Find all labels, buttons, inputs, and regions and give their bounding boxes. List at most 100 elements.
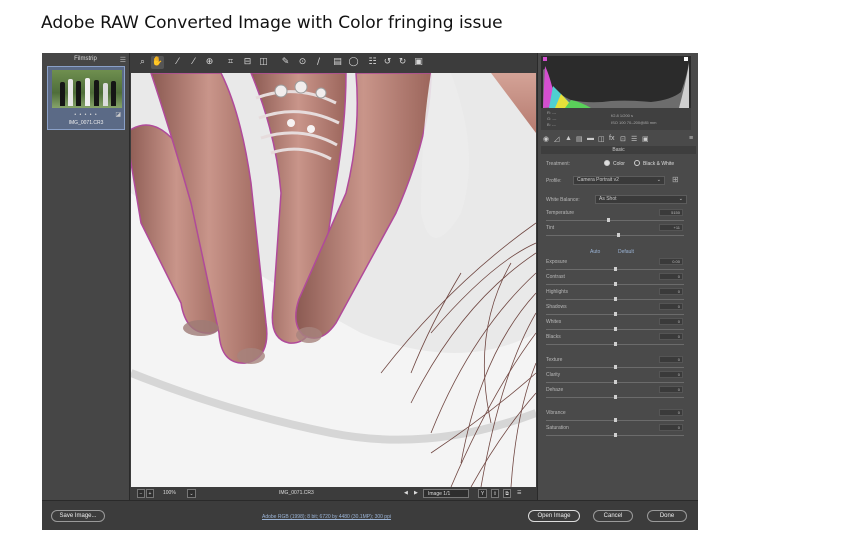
treatment-bw-label: Black & White (643, 161, 675, 167)
slider-value-input[interactable]: 0 (659, 303, 683, 310)
camera-info: R: --- G: --- B: --- f/2.8 1/200 s ISO 1… (541, 108, 691, 130)
white-balance-select[interactable]: As Shot ⌄ (595, 195, 687, 204)
save-image-button[interactable]: Save Image... (51, 510, 105, 522)
filmstrip-panel: Filmstrip ☰ • • • • • ◪ IMG_0071.CR3 (42, 53, 130, 500)
slider-value-input[interactable]: 0 (659, 273, 683, 280)
slider-handle[interactable] (614, 267, 617, 271)
zoom-icon[interactable]: ⌕ (136, 56, 149, 69)
transform-icon[interactable]: ◫ (257, 56, 270, 69)
slider-value-input[interactable]: 5150 (659, 209, 683, 216)
open-image-button[interactable]: Open Image (528, 510, 580, 522)
basic-tab-icon[interactable]: ◉ (543, 135, 549, 143)
slider-value-input[interactable]: 0 (659, 288, 683, 295)
straighten-icon[interactable]: ⊟ (241, 56, 254, 69)
lens-tab-icon[interactable]: ◫ (598, 135, 605, 143)
slider-handle[interactable] (614, 297, 617, 301)
slider-handle[interactable] (616, 233, 620, 237)
preview-prefs-icon[interactable]: ☰ (517, 489, 521, 498)
slider-track[interactable] (546, 220, 684, 221)
slider-value-input[interactable]: 0 (659, 424, 683, 431)
rotate-right-icon[interactable]: ↻ (396, 56, 409, 69)
thumbnail-rating[interactable]: • • • • • (48, 112, 124, 118)
slider-value-input[interactable]: 0 (659, 356, 683, 363)
detail-tab-icon[interactable]: ▲ (565, 135, 572, 142)
white-balance-icon[interactable]: ⁄ (171, 56, 184, 69)
tool-bar: ⌕ ✋ ⁄ ⁄ ⊕ ⌗ ⊟ ◫ ✎ ⊙ ∕ ▤ ◯ ☷ ↺ ↻ ▣ ⇥ (131, 53, 616, 73)
slider-handle[interactable] (614, 327, 617, 331)
slider-label: Blacks (546, 334, 561, 340)
edited-badge-icon: ◪ (115, 112, 121, 118)
slider-value-input[interactable]: +11 (659, 224, 683, 231)
dialog-footer: Save Image... Adobe RGB (1998); 8 bit; 6… (42, 500, 698, 530)
slider-handle[interactable] (614, 395, 617, 399)
zoom-out-icon[interactable]: − (137, 489, 145, 498)
rotate-left-icon[interactable]: ↺ (381, 56, 394, 69)
slider-handle[interactable] (614, 380, 617, 384)
treatment-color-radio[interactable] (604, 160, 610, 166)
split-toning-tab-icon[interactable]: ▬ (587, 135, 594, 142)
slider-handle[interactable] (614, 312, 617, 316)
treatment-bw-radio[interactable] (634, 160, 640, 166)
slider-track[interactable] (546, 235, 684, 236)
panel-tabs: ◉ ◿ ▲ ▤ ▬ ◫ fx ⊡ ☰ ▣ ≡ (541, 134, 696, 145)
red-eye-icon[interactable]: ⊙ (296, 56, 309, 69)
hand-icon[interactable]: ✋ (151, 56, 164, 69)
slider-value-input[interactable]: 0 (659, 386, 683, 393)
slider-label: Contrast (546, 274, 565, 280)
swap-settings-icon[interactable]: ⧉ (503, 489, 511, 498)
hsl-tab-icon[interactable]: ▤ (576, 135, 583, 143)
graduated-filter-icon[interactable]: ▤ (331, 56, 344, 69)
slider-handle[interactable] (614, 418, 617, 422)
toggle-settings-icon[interactable]: ⇳ (491, 489, 499, 498)
profile-browser-icon[interactable]: ⊞ (672, 175, 679, 184)
preview-status-bar: − + 100% ⌄ IMG_0071.CR3 ◀ ▶ Image 1/1 Y … (131, 487, 536, 500)
zoom-in-icon[interactable]: + (146, 489, 154, 498)
brush-icon[interactable]: ∕ (312, 56, 325, 69)
curve-tab-icon[interactable]: ◿ (554, 135, 559, 143)
slider-label: Vibrance (546, 410, 566, 416)
slider-value-input[interactable]: 0 (659, 371, 683, 378)
calibration-tab-icon[interactable]: ⊡ (620, 135, 626, 143)
presets-tab-icon[interactable]: ☰ (631, 135, 637, 143)
slider-label: Temperature (546, 210, 575, 216)
camera-raw-window: Filmstrip ☰ • • • • • ◪ IMG_0071.CR3 ⌕ ✋… (42, 53, 698, 530)
filmstrip-thumbnail[interactable]: • • • • • ◪ IMG_0071.CR3 (47, 66, 125, 130)
prev-image-icon[interactable]: ◀ (404, 489, 408, 498)
slider-handle[interactable] (614, 433, 617, 437)
snapshots-tab-icon[interactable]: ▣ (642, 135, 649, 143)
next-image-icon[interactable]: ▶ (414, 489, 418, 498)
slider-label: Texture (546, 357, 563, 363)
color-sampler-icon[interactable]: ⁄ (187, 56, 200, 69)
target-adjust-icon[interactable]: ⊕ (203, 56, 216, 69)
before-after-icon[interactable]: Y (478, 489, 487, 498)
slider-label: Dehaze (546, 387, 564, 393)
slider-value-input[interactable]: 0.00 (659, 258, 683, 265)
slider-label: Tint (546, 225, 555, 231)
slider-handle[interactable] (614, 365, 617, 369)
done-button[interactable]: Done (647, 510, 687, 522)
slider-handle[interactable] (614, 342, 617, 346)
slider-value-input[interactable]: 0 (659, 409, 683, 416)
spot-removal-icon[interactable]: ✎ (279, 56, 292, 69)
slider-handle[interactable] (607, 218, 611, 222)
presets-icon[interactable]: ☷ (366, 56, 379, 69)
radial-filter-icon[interactable]: ◯ (347, 56, 360, 69)
image-preview[interactable] (131, 73, 536, 487)
slider-label: Saturation (546, 425, 569, 431)
effects-tab-icon[interactable]: fx (609, 135, 614, 142)
slider-value-input[interactable]: 0 (659, 333, 683, 340)
treatment-color-label: Color (613, 161, 625, 167)
slider-value-input[interactable]: 0 (659, 318, 683, 325)
zoom-dropdown-icon[interactable]: ⌄ (187, 489, 196, 498)
crop-icon[interactable]: ⌗ (224, 56, 237, 69)
panel-menu-icon[interactable]: ≡ (689, 135, 693, 142)
adjustments-panel: R: --- G: --- B: --- f/2.8 1/200 s ISO 1… (537, 53, 698, 500)
profile-select[interactable]: Camera Portrait v2 ⌄ (573, 176, 665, 185)
slider-label: Shadows (546, 304, 567, 310)
workflow-options-link[interactable]: Adobe RGB (1998); 8 bit; 6720 by 4480 (3… (262, 514, 391, 520)
slider-handle[interactable] (614, 282, 617, 286)
delete-icon[interactable]: ▣ (412, 56, 425, 69)
auto-button[interactable]: Auto (590, 249, 600, 255)
default-button[interactable]: Default (618, 249, 634, 255)
cancel-button[interactable]: Cancel (593, 510, 633, 522)
